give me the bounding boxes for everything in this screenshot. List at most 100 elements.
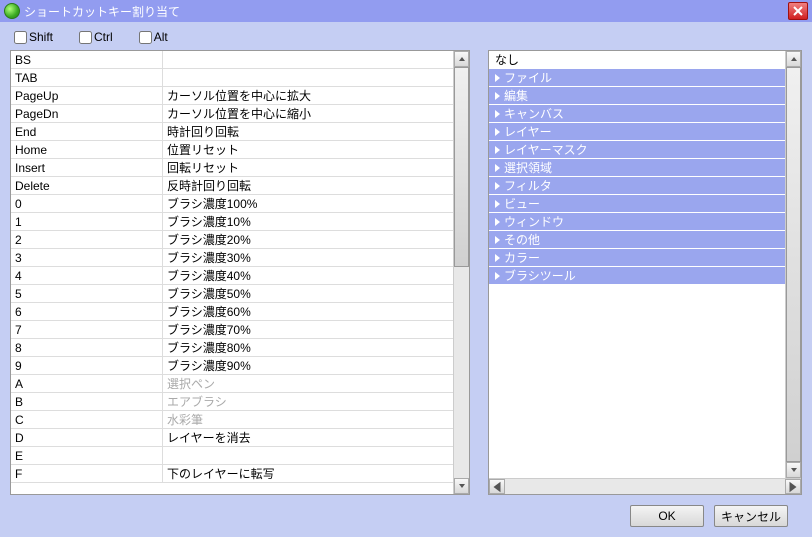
- shortcut-list[interactable]: BSTABPageUpカーソル位置を中心に拡大PageDnカーソル位置を中心に縮…: [11, 51, 453, 494]
- category-label: なし: [495, 51, 519, 69]
- shift-checkbox[interactable]: Shift: [14, 30, 53, 44]
- table-row[interactable]: TAB: [11, 69, 453, 87]
- scroll-down-button[interactable]: [786, 462, 801, 478]
- ok-button[interactable]: OK: [630, 505, 704, 527]
- category-tree-pane: なしファイル編集キャンバスレイヤーレイヤーマスク選択領域フィルタビューウィンドウ…: [488, 50, 802, 495]
- scroll-right-button[interactable]: [785, 479, 801, 494]
- expand-icon: [495, 164, 500, 172]
- action-cell: ブラシ濃度40%: [163, 267, 453, 284]
- key-cell: F: [11, 465, 163, 482]
- ctrl-checkbox-input[interactable]: [79, 31, 92, 44]
- action-cell: 反時計回り回転: [163, 177, 453, 194]
- right-hscrollbar[interactable]: [489, 478, 801, 494]
- action-cell: ブラシ濃度80%: [163, 339, 453, 356]
- table-row[interactable]: 9ブラシ濃度90%: [11, 357, 453, 375]
- expand-icon: [495, 92, 500, 100]
- category-item[interactable]: ウィンドウ: [489, 213, 785, 231]
- table-row[interactable]: 6ブラシ濃度60%: [11, 303, 453, 321]
- alt-checkbox-input[interactable]: [139, 31, 152, 44]
- category-item[interactable]: フィルタ: [489, 177, 785, 195]
- table-row[interactable]: 7ブラシ濃度70%: [11, 321, 453, 339]
- category-item[interactable]: 選択領域: [489, 159, 785, 177]
- category-label: レイヤー: [504, 123, 552, 141]
- table-row[interactable]: E: [11, 447, 453, 465]
- scroll-up-button[interactable]: [786, 51, 801, 67]
- table-row[interactable]: 0ブラシ濃度100%: [11, 195, 453, 213]
- table-row[interactable]: Home位置リセット: [11, 141, 453, 159]
- right-scroll-thumb[interactable]: [786, 67, 801, 462]
- key-cell: 4: [11, 267, 163, 284]
- expand-icon: [495, 182, 500, 190]
- table-row[interactable]: 2ブラシ濃度20%: [11, 231, 453, 249]
- action-cell: 下のレイヤーに転写: [163, 465, 453, 482]
- category-item[interactable]: ファイル: [489, 69, 785, 87]
- action-cell: ブラシ濃度60%: [163, 303, 453, 320]
- category-item[interactable]: レイヤー: [489, 123, 785, 141]
- key-cell: 3: [11, 249, 163, 266]
- key-cell: 0: [11, 195, 163, 212]
- key-cell: A: [11, 375, 163, 392]
- category-item[interactable]: ビュー: [489, 195, 785, 213]
- category-label: キャンバス: [504, 105, 564, 123]
- action-cell: [163, 69, 453, 86]
- key-cell: 8: [11, 339, 163, 356]
- key-cell: B: [11, 393, 163, 410]
- table-row[interactable]: 3ブラシ濃度30%: [11, 249, 453, 267]
- table-row[interactable]: PageDnカーソル位置を中心に縮小: [11, 105, 453, 123]
- scroll-down-button[interactable]: [454, 478, 469, 494]
- category-item[interactable]: ブラシツール: [489, 267, 785, 285]
- right-vscrollbar[interactable]: [785, 51, 801, 478]
- key-cell: 9: [11, 357, 163, 374]
- left-vscrollbar[interactable]: [453, 51, 469, 494]
- category-item[interactable]: キャンバス: [489, 105, 785, 123]
- table-row[interactable]: 4ブラシ濃度40%: [11, 267, 453, 285]
- table-row[interactable]: Dレイヤーを消去: [11, 429, 453, 447]
- table-row[interactable]: PageUpカーソル位置を中心に拡大: [11, 87, 453, 105]
- scroll-left-button[interactable]: [489, 479, 505, 494]
- shift-label: Shift: [29, 30, 53, 44]
- key-cell: 6: [11, 303, 163, 320]
- key-cell: TAB: [11, 69, 163, 86]
- category-item[interactable]: その他: [489, 231, 785, 249]
- category-list[interactable]: なしファイル編集キャンバスレイヤーレイヤーマスク選択領域フィルタビューウィンドウ…: [489, 51, 785, 478]
- hscroll-track[interactable]: [505, 479, 785, 494]
- table-row[interactable]: 5ブラシ濃度50%: [11, 285, 453, 303]
- window-title: ショートカットキー割り当て: [24, 3, 788, 20]
- ctrl-checkbox[interactable]: Ctrl: [79, 30, 113, 44]
- close-button[interactable]: [788, 2, 808, 20]
- table-row[interactable]: Insert回転リセット: [11, 159, 453, 177]
- category-label: 編集: [504, 87, 528, 105]
- expand-icon: [495, 74, 500, 82]
- table-row[interactable]: Delete反時計回り回転: [11, 177, 453, 195]
- shift-checkbox-input[interactable]: [14, 31, 27, 44]
- table-row[interactable]: A選択ペン: [11, 375, 453, 393]
- table-row[interactable]: Bエアブラシ: [11, 393, 453, 411]
- action-cell: ブラシ濃度70%: [163, 321, 453, 338]
- key-cell: 7: [11, 321, 163, 338]
- key-cell: Delete: [11, 177, 163, 194]
- expand-icon: [495, 146, 500, 154]
- table-row[interactable]: 1ブラシ濃度10%: [11, 213, 453, 231]
- table-row[interactable]: End時計回り回転: [11, 123, 453, 141]
- ctrl-label: Ctrl: [94, 30, 113, 44]
- category-item[interactable]: カラー: [489, 249, 785, 267]
- category-item[interactable]: なし: [489, 51, 785, 69]
- scroll-up-button[interactable]: [454, 51, 469, 67]
- action-cell: 位置リセット: [163, 141, 453, 158]
- key-cell: Insert: [11, 159, 163, 176]
- left-scroll-thumb[interactable]: [454, 67, 469, 267]
- table-row[interactable]: BS: [11, 51, 453, 69]
- cancel-button[interactable]: キャンセル: [714, 505, 788, 527]
- key-cell: End: [11, 123, 163, 140]
- alt-label: Alt: [154, 30, 168, 44]
- category-item[interactable]: 編集: [489, 87, 785, 105]
- category-label: カラー: [504, 249, 540, 267]
- key-cell: BS: [11, 51, 163, 68]
- table-row[interactable]: 8ブラシ濃度80%: [11, 339, 453, 357]
- category-label: 選択領域: [504, 159, 552, 177]
- action-cell: 水彩筆: [163, 411, 453, 428]
- table-row[interactable]: F下のレイヤーに転写: [11, 465, 453, 483]
- table-row[interactable]: C水彩筆: [11, 411, 453, 429]
- alt-checkbox[interactable]: Alt: [139, 30, 168, 44]
- category-item[interactable]: レイヤーマスク: [489, 141, 785, 159]
